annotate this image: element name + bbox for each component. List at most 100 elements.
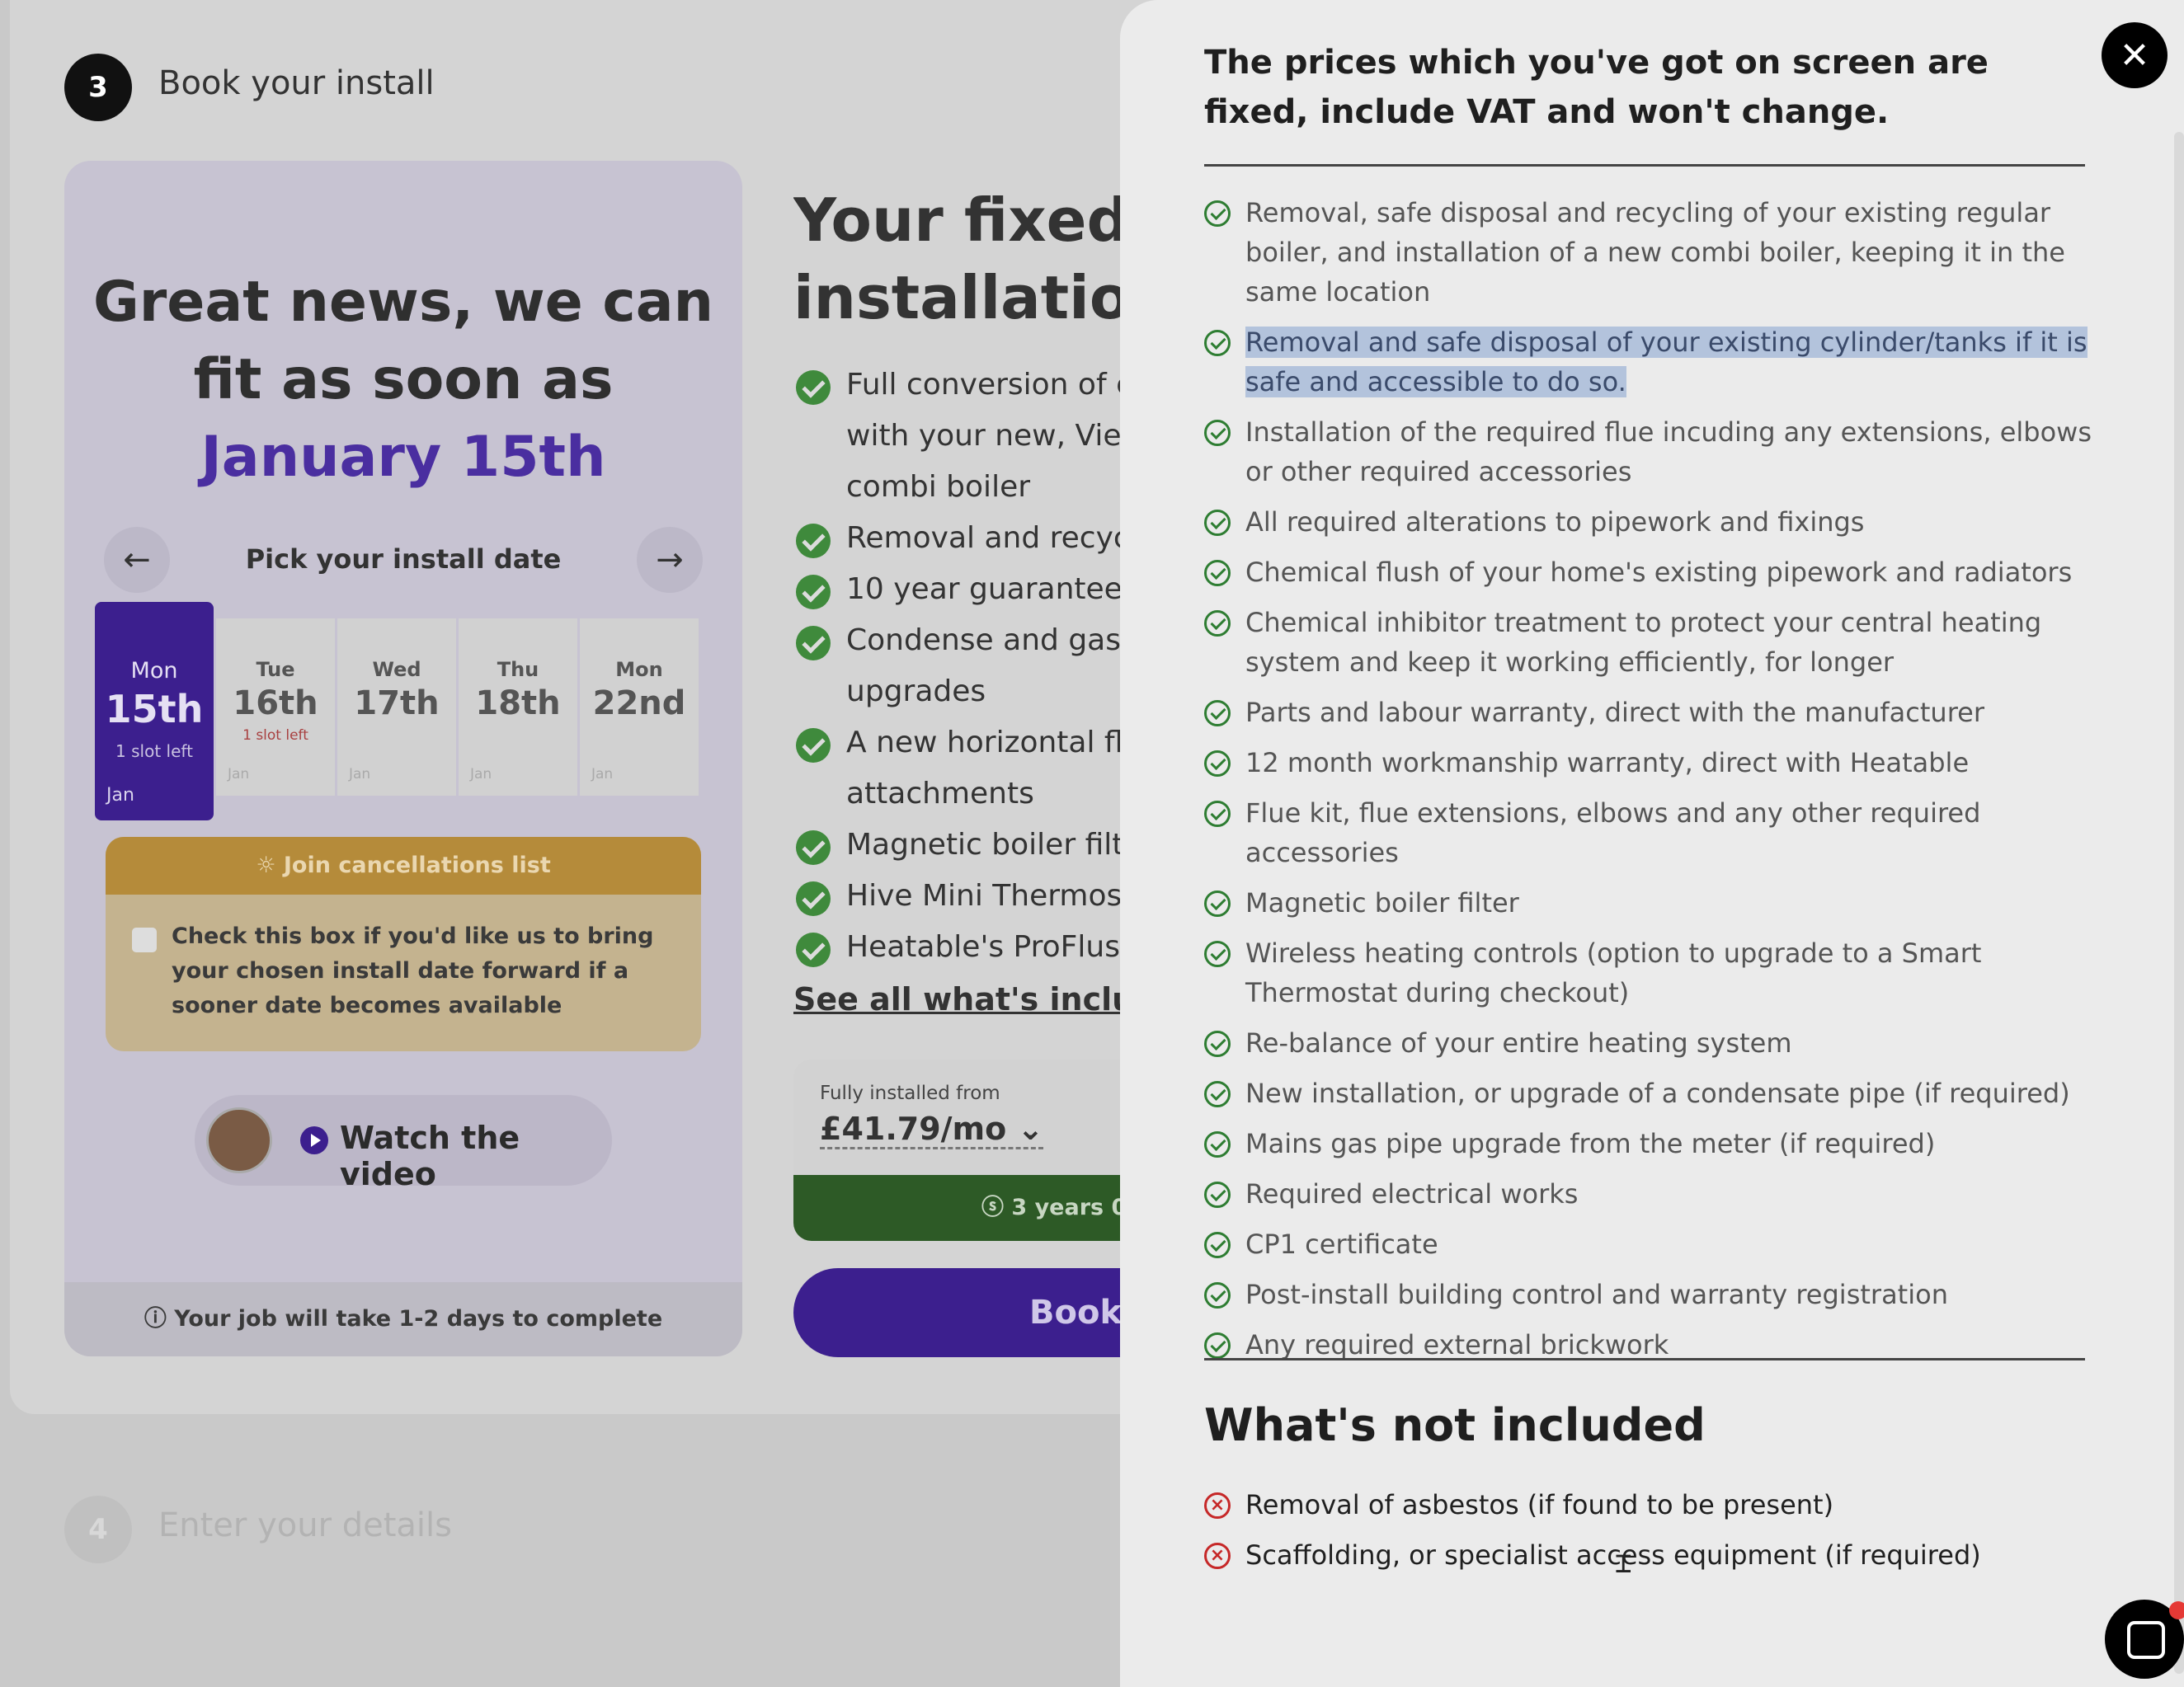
included-item: Magnetic boiler filter xyxy=(1204,883,2095,923)
book-button[interactable]: Book 1 xyxy=(793,1268,1140,1357)
check-icon xyxy=(796,933,831,967)
list-item-text: with your new, Viess xyxy=(846,419,1126,453)
included-item: Post-install building control and warran… xyxy=(1204,1275,2095,1314)
check-circle-icon xyxy=(1204,420,1231,446)
included-item-text: Installation of the required flue incudi… xyxy=(1245,416,2092,487)
date-options: Mon 15th 1 slot left Jan Tue 16th 1 slot left J… xyxy=(95,602,699,820)
divider xyxy=(1204,1358,2085,1360)
check-circle-icon xyxy=(1204,200,1231,227)
list-item-text: upgrades xyxy=(846,674,986,708)
check-circle-icon xyxy=(1204,560,1231,586)
day-month: Jan xyxy=(470,766,492,782)
included-item: Re-balance of your entire heating system xyxy=(1204,1023,2095,1063)
list-item: 10 year guarantee fo xyxy=(796,567,1126,612)
cancellations-text: Check this box if you'd like us to bring… xyxy=(172,923,654,1018)
date-option[interactable]: Tue 16th 1 slot left Jan xyxy=(216,618,335,796)
headline-line-1: Great news, we can xyxy=(92,270,714,335)
included-item-text: Required electrical works xyxy=(1245,1178,1579,1210)
date-picker-header: ← Pick your install date → xyxy=(104,527,703,601)
included-item-text: Chemical inhibitor treatment to protect … xyxy=(1245,607,2042,678)
panel-scrollbar[interactable] xyxy=(2174,132,2184,1674)
included-item-text: Magnetic boiler filter xyxy=(1245,887,1519,919)
check-circle-icon xyxy=(1204,510,1231,536)
included-item-text: Removal, safe disposal and recycling of … xyxy=(1245,197,2065,308)
list-item: Condense and gas p xyxy=(796,618,1126,663)
not-included-list: × Removal of asbestos (if found to be pre… xyxy=(1204,1485,2095,1586)
list-item-text: Heatable's ProFlush xyxy=(846,930,1126,964)
included-item-text: Chemical flush of your home's existing p… xyxy=(1245,557,2073,588)
list-item: upgrades xyxy=(796,670,1126,714)
not-included-item: × Removal of asbestos (if found to be pre… xyxy=(1204,1485,2095,1525)
day-number: 16th xyxy=(233,684,318,722)
list-item: Removal and recycli xyxy=(796,516,1126,561)
check-icon xyxy=(796,575,831,609)
notification-dot xyxy=(2169,1601,2184,1619)
arrow-right-icon[interactable]: → xyxy=(637,527,703,593)
not-included-item-text: Scaffolding, or specialist access equipm… xyxy=(1245,1539,1981,1571)
step-4-title: Enter your details xyxy=(158,1506,452,1544)
included-item-text: Any required external brickwork xyxy=(1245,1329,1669,1360)
included-item: Installation of the required flue incudi… xyxy=(1204,412,2095,491)
divider xyxy=(1204,164,2085,167)
included-item-text: New installation, or upgrade of a conden… xyxy=(1245,1078,2070,1109)
check-icon xyxy=(796,830,831,865)
day-month: Jan xyxy=(106,785,134,806)
list-item: Magnetic boiler filte xyxy=(796,823,1126,867)
included-item-text: Flue kit, flue extensions, elbows and an… xyxy=(1245,797,1981,868)
included-item: 12 month workmanship warranty, direct wi… xyxy=(1204,743,2095,782)
included-list: Removal, safe disposal and recycling of … xyxy=(1204,193,2095,1375)
step-4-number: 4 xyxy=(64,1496,132,1563)
whats-included-panel: The prices which you've got on screen ar… xyxy=(1120,0,2184,1687)
date-option[interactable]: Thu 18th Jan xyxy=(459,618,577,796)
list-item: A new horizontal flue xyxy=(796,721,1126,765)
list-item-text: Condense and gas p xyxy=(846,623,1126,657)
date-option[interactable]: Mon 22nd Jan xyxy=(580,618,699,796)
included-item: Chemical flush of your home's existing p… xyxy=(1204,552,2095,592)
list-item: combi boiler xyxy=(796,465,1126,510)
day-month: Jan xyxy=(228,766,250,782)
included-item: Removal and safe disposal of your existi… xyxy=(1204,322,2095,402)
check-circle-icon xyxy=(1204,750,1231,777)
watch-video-button[interactable]: Watch the video xyxy=(195,1095,612,1192)
cancellations-checkbox[interactable] xyxy=(132,928,157,952)
day-number: 15th xyxy=(105,687,204,731)
not-included-item-text: Removal of asbestos (if found to be pres… xyxy=(1245,1489,1834,1520)
day-name: Thu xyxy=(497,658,539,681)
day-name: Mon xyxy=(615,658,663,681)
see-all-included-link[interactable]: See all what's included xyxy=(793,981,1123,1017)
check-circle-icon xyxy=(1204,1332,1231,1359)
price-dropdown[interactable]: £41.79/mo ⌄ xyxy=(820,1111,1044,1149)
included-item: All required alterations to pipework and… xyxy=(1204,502,2095,542)
check-circle-icon xyxy=(1204,1031,1231,1057)
included-item-text: All required alterations to pipework and… xyxy=(1245,506,1865,538)
headline-line-2: fit as soon as xyxy=(193,347,614,412)
day-name: Mon xyxy=(130,658,178,684)
check-icon xyxy=(796,370,831,405)
list-item: Full conversion of ex xyxy=(796,363,1126,407)
slot-availability: 1 slot left xyxy=(115,741,193,761)
cross-circle-icon: × xyxy=(1204,1492,1231,1519)
included-item: New installation, or upgrade of a conden… xyxy=(1204,1074,2095,1113)
included-item: Flue kit, flue extensions, elbows and an… xyxy=(1204,793,2095,872)
date-option[interactable]: Wed 17th Jan xyxy=(337,618,456,796)
check-circle-icon xyxy=(1204,1131,1231,1158)
list-item-text: A new horizontal flue xyxy=(846,726,1126,759)
included-item-text: 12 month workmanship warranty, direct wi… xyxy=(1245,747,1970,778)
play-icon xyxy=(300,1126,328,1154)
check-circle-icon xyxy=(1204,1182,1231,1208)
list-item-text: 10 year guarantee fo xyxy=(846,572,1126,606)
list-item-text: Magnetic boiler filte xyxy=(846,828,1126,862)
check-circle-icon xyxy=(1204,801,1231,827)
check-icon xyxy=(796,728,831,763)
list-item-text: Removal and recycli xyxy=(846,521,1126,555)
list-item: attachments xyxy=(796,772,1126,816)
day-number: 17th xyxy=(354,684,440,722)
list-item: with your new, Viess xyxy=(796,414,1126,458)
check-circle-icon xyxy=(1204,1232,1231,1258)
close-icon[interactable]: ✕ xyxy=(2102,22,2168,88)
panel-intro: The prices which you've got on screen ar… xyxy=(1204,44,1989,131)
date-option[interactable]: Mon 15th 1 slot left Jan xyxy=(95,602,214,820)
cancellations-box: ☼ Join cancellations list Check this box… xyxy=(106,837,701,1051)
pick-date-label: Pick your install date xyxy=(245,543,562,575)
headline-date: January 15th xyxy=(200,425,606,490)
